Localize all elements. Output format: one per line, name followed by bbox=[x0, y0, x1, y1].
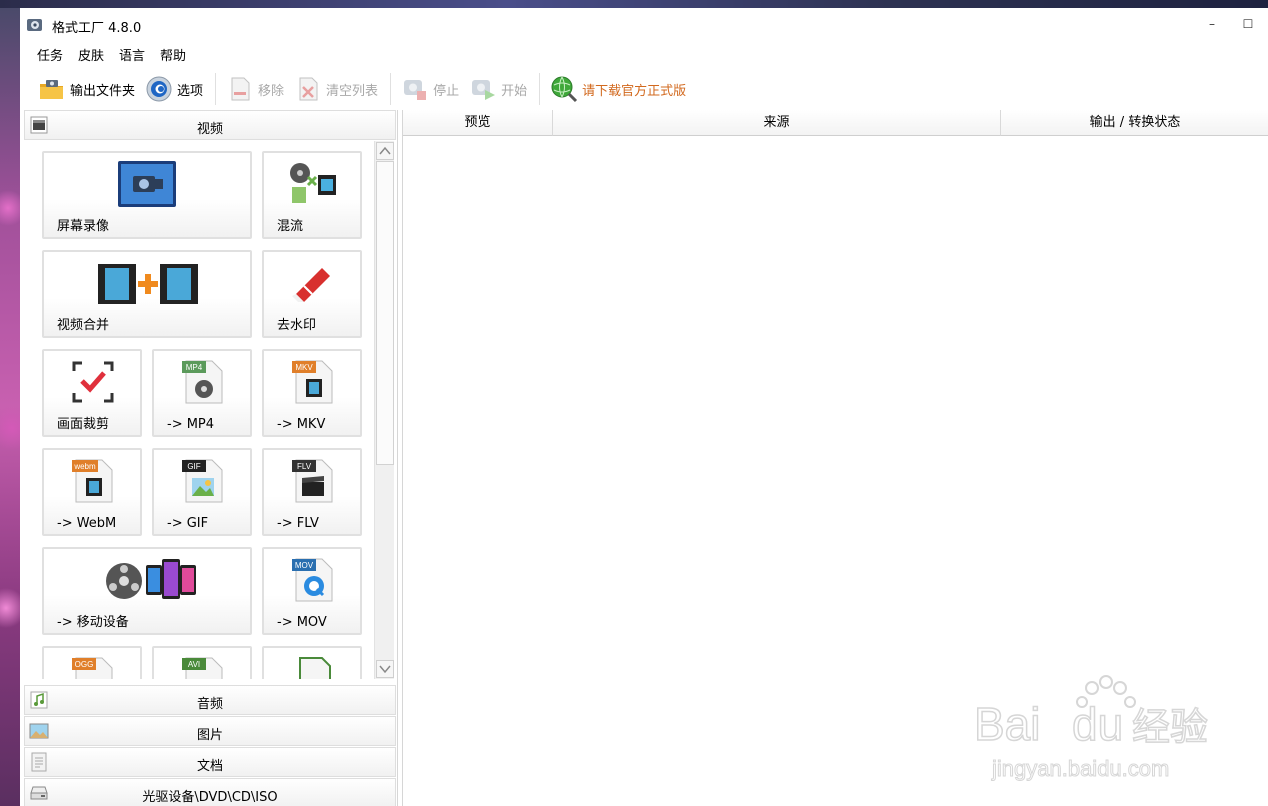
download-official-link[interactable]: 请下载官方正式版 bbox=[546, 71, 690, 107]
menu-bar: 任务 皮肤 语言 帮助 bbox=[20, 40, 1268, 66]
tile-to-gif[interactable]: GIF -> GIF bbox=[152, 448, 252, 536]
globe-magnifier-icon bbox=[551, 76, 578, 103]
category-audio-header[interactable]: 音频 bbox=[24, 685, 396, 715]
scroll-thumb[interactable] bbox=[376, 161, 394, 465]
tile-remove-watermark[interactable]: 去水印 bbox=[262, 250, 362, 338]
category-image-header[interactable]: 图片 bbox=[24, 716, 396, 746]
category-document-header[interactable]: 文档 bbox=[24, 747, 396, 777]
menu-language[interactable]: 语言 bbox=[112, 40, 152, 66]
flv-badge: FLV bbox=[297, 462, 312, 471]
window-title: 格式工厂 4.8.0 bbox=[52, 21, 142, 36]
menu-help[interactable]: 帮助 bbox=[153, 40, 193, 66]
start-button[interactable]: 开始 bbox=[465, 71, 531, 107]
tool-grid-scrollbar[interactable] bbox=[374, 141, 394, 679]
mov-file-icon: MOV bbox=[292, 558, 333, 602]
options-button[interactable]: 选项 bbox=[141, 71, 207, 107]
app-window: 格式工厂 4.8.0 – ☐ 任务 皮肤 语言 帮助 输出文件夹 选项 移除 清… bbox=[20, 8, 1268, 806]
tile-to-mov[interactable]: MOV -> MOV bbox=[262, 547, 362, 635]
stop-icon bbox=[404, 80, 427, 100]
watermark-brand2: du bbox=[1072, 698, 1123, 750]
watermark-url: jingyan.baidu.com bbox=[991, 756, 1169, 781]
avi-badge: AVI bbox=[188, 660, 200, 669]
scroll-up-button[interactable] bbox=[376, 142, 394, 160]
webm-file-icon: webm bbox=[72, 459, 113, 503]
video-file-icon bbox=[299, 657, 331, 679]
toolbar-separator bbox=[390, 73, 392, 105]
clear-list-icon bbox=[299, 77, 318, 101]
mp4-badge: MP4 bbox=[186, 363, 203, 372]
ogg-badge: OGG bbox=[75, 660, 94, 669]
mkv-file-icon: MKV bbox=[292, 360, 333, 404]
video-merge-icon bbox=[98, 264, 198, 304]
remove-document-icon bbox=[231, 77, 250, 101]
minimize-button[interactable]: – bbox=[1198, 12, 1226, 36]
play-icon bbox=[472, 80, 496, 100]
tile-to-avi[interactable]: AVI bbox=[152, 646, 252, 679]
category-video-header[interactable]: 视频 bbox=[24, 110, 396, 140]
gif-badge: GIF bbox=[187, 462, 200, 471]
column-output-status[interactable]: 输出 / 转换状态 bbox=[1001, 110, 1268, 136]
crop-check-icon bbox=[72, 361, 114, 403]
scroll-down-button[interactable] bbox=[376, 660, 394, 678]
tile-more-format[interactable] bbox=[262, 646, 362, 679]
ogg-file-icon: OGG bbox=[72, 657, 113, 679]
tile-to-webm[interactable]: webm -> WebM bbox=[42, 448, 142, 536]
toolbar-separator bbox=[539, 73, 541, 105]
tile-to-ogg[interactable]: OGG bbox=[42, 646, 142, 679]
avi-file-icon: AVI bbox=[182, 657, 223, 679]
mkv-badge: MKV bbox=[295, 363, 313, 372]
toolbar-separator bbox=[215, 73, 217, 105]
menu-task[interactable]: 任务 bbox=[30, 40, 70, 66]
tile-to-mp4[interactable]: MP4 -> MP4 bbox=[152, 349, 252, 437]
chevron-up-icon bbox=[379, 146, 391, 155]
tile-to-flv[interactable]: FLV -> FLV bbox=[262, 448, 362, 536]
tile-mux[interactable]: 混流 bbox=[262, 151, 362, 239]
desktop-background-left bbox=[0, 8, 20, 806]
format-factory-logo-icon bbox=[27, 19, 42, 31]
mobile-devices-icon bbox=[106, 559, 196, 599]
flv-file-icon: FLV bbox=[292, 459, 333, 503]
desktop-background-top bbox=[0, 0, 1268, 8]
mux-icon bbox=[290, 163, 336, 203]
category-disc-header[interactable]: 光驱设备\DVD\CD\ISO bbox=[24, 778, 396, 806]
tile-crop[interactable]: 画面裁剪 bbox=[42, 349, 142, 437]
tile-to-mkv[interactable]: MKV -> MKV bbox=[262, 349, 362, 437]
mp4-file-icon: MP4 bbox=[182, 360, 223, 404]
chevron-down-icon bbox=[379, 665, 391, 674]
baidu-jingyan-watermark: Bai du 经验 jingyan.baidu.com bbox=[973, 675, 1209, 782]
tile-screen-record[interactable]: 屏幕录像 bbox=[42, 151, 252, 239]
screen-record-icon bbox=[118, 161, 176, 207]
toolbar: 输出文件夹 选项 移除 清空列表 停止 开始 请下载官方正式版 bbox=[20, 68, 1268, 110]
tile-merge[interactable]: 视频合并 bbox=[42, 250, 252, 338]
tile-to-mobile[interactable]: -> 移动设备 bbox=[42, 547, 252, 635]
mov-badge: MOV bbox=[295, 561, 314, 570]
maximize-button[interactable]: ☐ bbox=[1234, 12, 1262, 36]
webm-badge: webm bbox=[73, 462, 96, 471]
title-bar: 格式工厂 4.8.0 – ☐ bbox=[20, 8, 1268, 40]
watermark-brand: Bai bbox=[974, 698, 1040, 750]
video-tool-grid: 屏幕录像 混流 视频合并 去水印 画面裁剪 MP4 -> MP4 MKV -> … bbox=[24, 141, 396, 679]
gear-icon bbox=[146, 76, 172, 102]
output-folder-button[interactable]: 输出文件夹 bbox=[34, 71, 139, 107]
gif-file-icon: GIF bbox=[182, 459, 223, 503]
column-source[interactable]: 来源 bbox=[553, 110, 1001, 136]
menu-skin[interactable]: 皮肤 bbox=[71, 40, 111, 66]
category-panel: 视频 屏幕录像 混流 视频合并 去水印 画面裁剪 MP4 -> MP4 MKV … bbox=[20, 110, 398, 806]
column-preview[interactable]: 预览 bbox=[403, 110, 553, 136]
watermark-jingyan: 经验 bbox=[1132, 705, 1208, 749]
eraser-icon bbox=[292, 268, 330, 302]
folder-icon bbox=[40, 80, 63, 99]
remove-button[interactable]: 移除 bbox=[222, 71, 288, 107]
clear-list-button[interactable]: 清空列表 bbox=[290, 71, 382, 107]
stop-button[interactable]: 停止 bbox=[397, 71, 463, 107]
